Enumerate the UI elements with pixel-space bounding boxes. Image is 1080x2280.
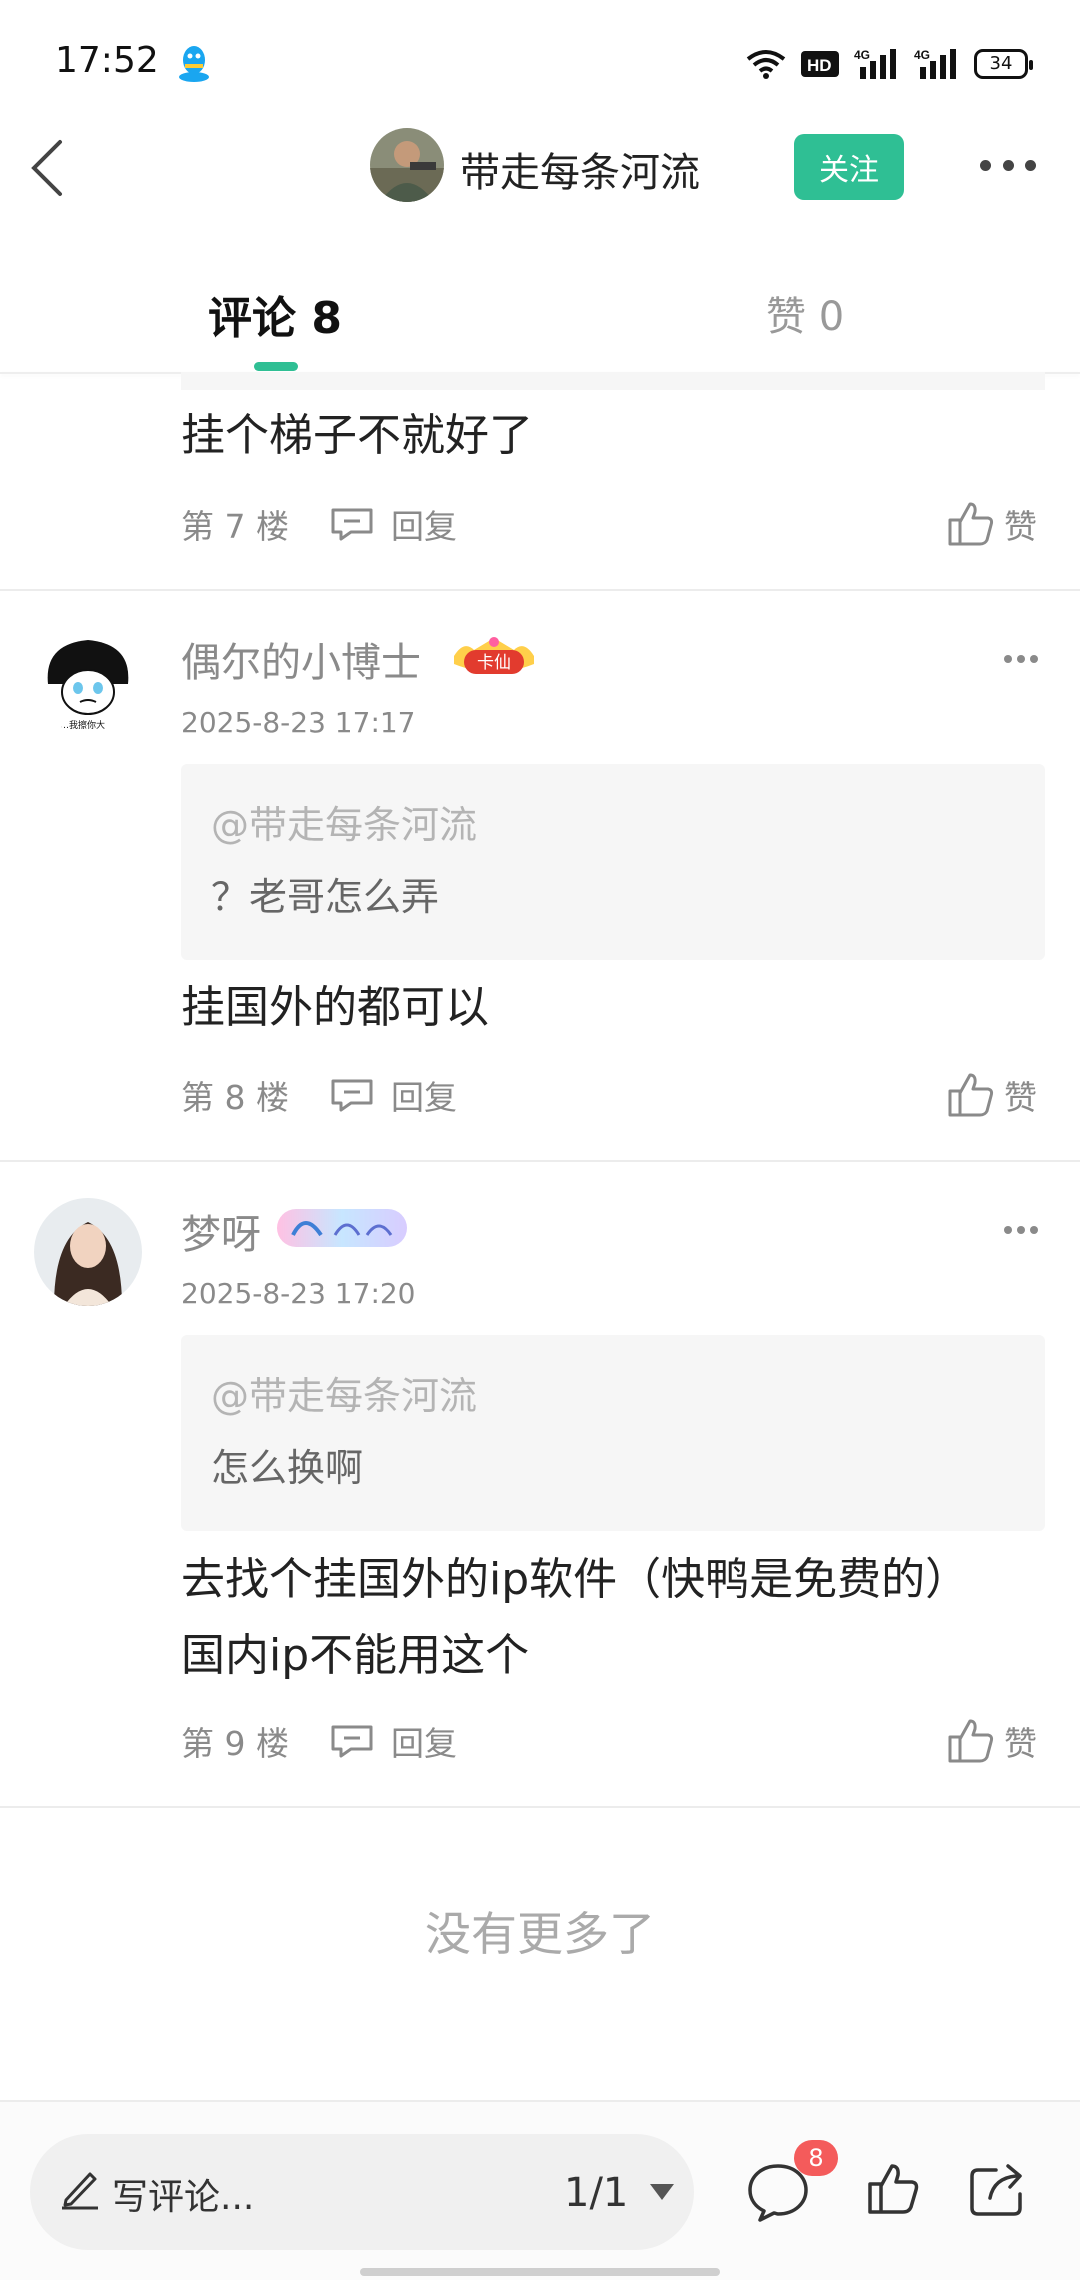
more-options-icon[interactable] [980,150,1036,180]
comment-meta: 第 9 楼 回复 [181,1717,457,1765]
author-avatar[interactable] [370,128,444,202]
quoted-reply: @带走每条河流 怎么换啊 [181,1335,1045,1531]
signal-icon-2: 4G [914,48,956,79]
reply-icon[interactable] [329,506,375,542]
comment-count-badge: 8 [794,2140,838,2176]
tab-comments[interactable]: 评论 8 [208,282,342,346]
back-arrow-icon[interactable] [28,138,68,198]
page-indicator[interactable]: 1/1 [564,2170,628,2216]
like-label: 赞 [1004,507,1037,546]
signal-icon: 4G [854,48,896,79]
comment-text-line-2: 国内ip不能用这个 [181,1630,530,1681]
svg-text:HD: HD [807,56,832,75]
battery-icon: 34 [974,49,1033,79]
reply-icon[interactable] [329,1077,375,1113]
quoted-reply: @带走每条河流 ？老哥怎么弄 [181,764,1045,960]
active-tab-indicator [254,362,298,371]
timestamp: 2025-8-23 17:17 [181,706,416,739]
level-badge-icon: 卡仙 [454,637,534,674]
network-label-1: 4G [854,48,870,62]
pencil-icon [62,2172,98,2210]
status-icons: HD 4G 4G 34 [746,44,1033,84]
reply-label[interactable]: 回复 [391,1071,457,1119]
dropdown-arrow-icon[interactable] [648,2182,676,2202]
page-title: 带走每条河流 [460,150,700,196]
like-label: 赞 [1004,1724,1037,1763]
quote-mention[interactable]: @带走每条河流 [211,1365,477,1420]
username[interactable]: 偶尔的小博士 [181,630,421,688]
tab-likes[interactable]: 赞 0 [766,284,844,342]
comment-text: 挂个梯子不就好了 [181,410,533,461]
wifi-icon [746,50,786,79]
avatar[interactable] [34,1198,142,1306]
comment-divider [0,1806,1080,1808]
follow-button[interactable]: 关注 [794,134,904,200]
like-button[interactable]: 赞 [946,1717,1037,1765]
floor-label: 第 7 楼 [181,507,289,546]
comment-text-line-1: 去找个挂国外的ip软件（快鸭是免费的） [181,1554,970,1605]
quote-text: ？老哥怎么弄 [211,875,440,919]
reply-label[interactable]: 回复 [391,1717,457,1765]
comment-meta: 第 7 楼 回复 [181,500,457,548]
network-label-2: 4G [914,48,930,62]
end-of-list-message: 没有更多了 [425,1907,655,1961]
svg-text:…我擦你大: …我擦你大 [60,719,105,731]
comment-more-icon[interactable] [1004,1226,1038,1236]
quote-mention[interactable]: @带走每条河流 [211,794,477,849]
comment-divider [0,589,1080,591]
vip-badge-icon [277,1209,407,1247]
floor-label: 第 8 楼 [181,1078,289,1117]
username[interactable]: 梦呀 [181,1202,261,1260]
avatar[interactable]: …我擦你大 [34,626,142,734]
reply-label[interactable]: 回复 [391,500,457,548]
comment-divider [0,1160,1080,1162]
quote-box-partial [181,372,1045,390]
home-indicator[interactable] [360,2268,720,2276]
timestamp: 2025-8-23 17:20 [181,1277,416,1310]
thumbs-up-icon [948,502,994,546]
status-time: 17:52 [55,40,159,81]
quote-text: 怎么换啊 [211,1446,364,1490]
comment-meta: 第 8 楼 回复 [181,1071,457,1119]
share-icon[interactable] [968,2160,1030,2218]
like-button[interactable]: 赞 [946,500,1037,548]
comment-more-icon[interactable] [1004,655,1038,665]
like-button[interactable]: 赞 [946,1071,1037,1119]
floor-label: 第 9 楼 [181,1724,289,1763]
write-comment-placeholder[interactable]: 写评论... [112,2168,254,2220]
qq-icon [179,46,209,82]
thumbs-up-icon [948,1073,994,1117]
comment-text: 挂国外的都可以 [181,982,489,1033]
badge-text: 卡仙 [477,653,511,673]
thumbs-up-icon[interactable] [866,2162,920,2216]
like-label: 赞 [1004,1078,1037,1117]
reply-icon[interactable] [329,1723,375,1759]
thumbs-up-icon [948,1719,994,1763]
hd-icon: HD [801,51,839,77]
